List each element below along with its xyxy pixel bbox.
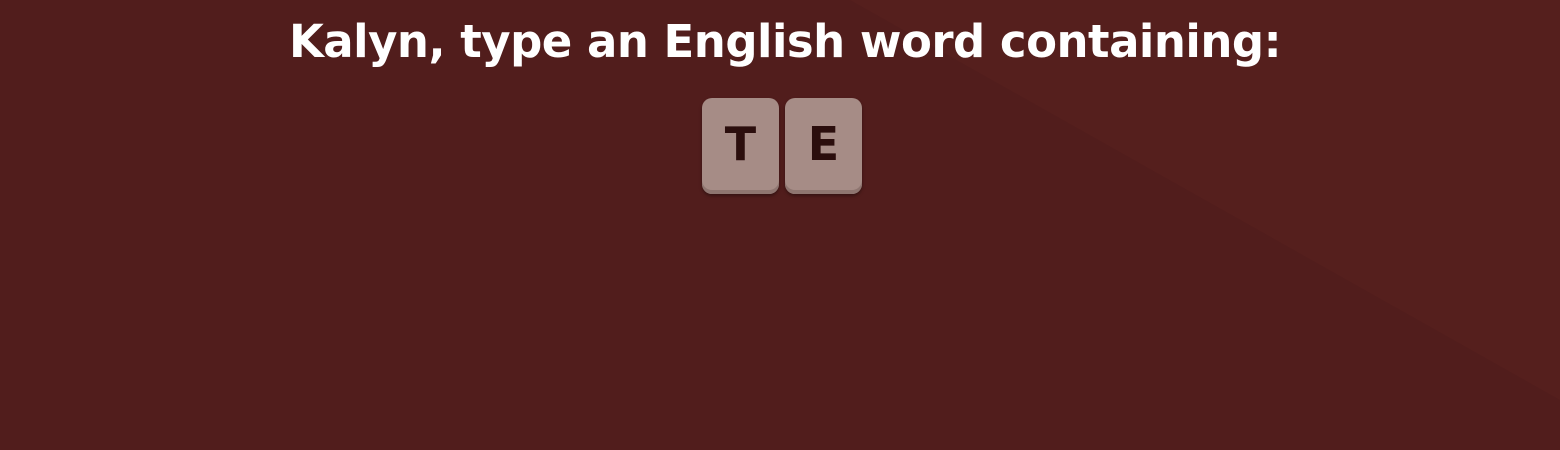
prompt-text: Kalyn, type an English word containing: xyxy=(288,15,1282,68)
syllable-tiles: T E xyxy=(702,98,862,194)
syllable-letter-tile: T xyxy=(702,98,779,194)
syllable-letter-tile: E xyxy=(785,98,862,194)
